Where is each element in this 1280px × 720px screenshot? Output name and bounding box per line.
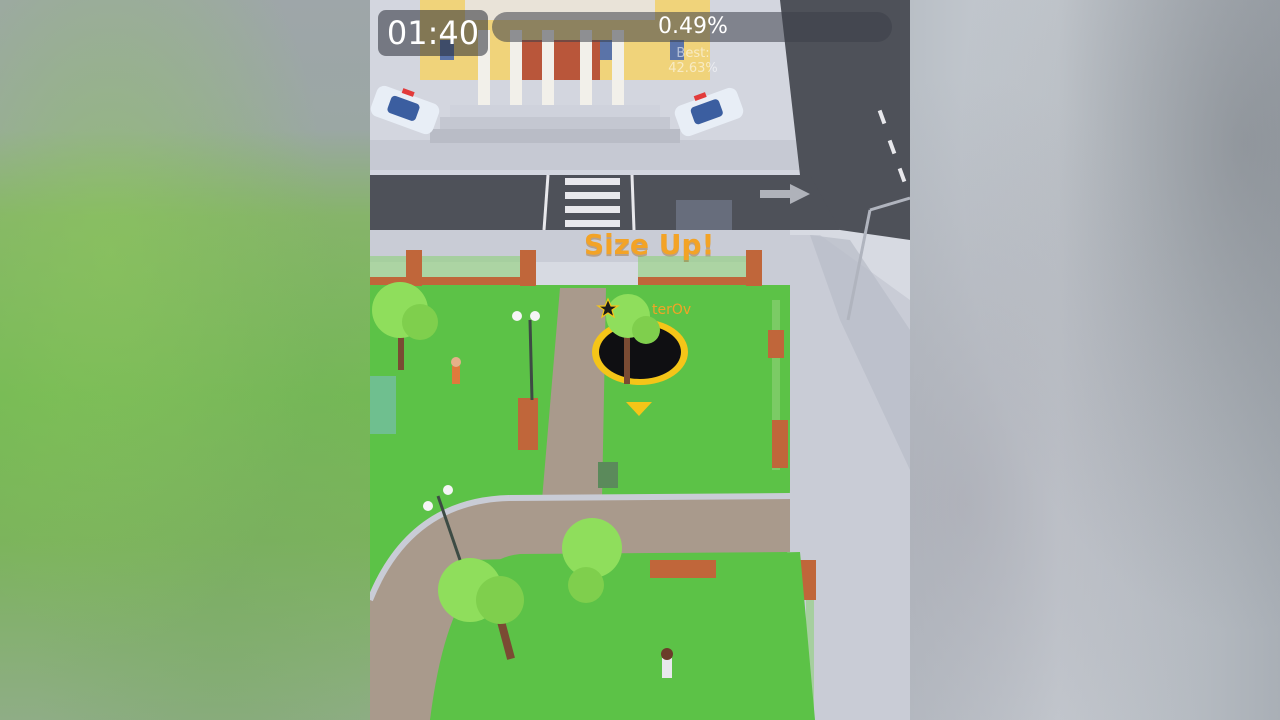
- blurred-left-backdrop: [0, 0, 370, 720]
- size-up-popup: Size Up!: [584, 228, 715, 261]
- bench-edge: [370, 376, 396, 434]
- timer-display: 01:40: [378, 10, 488, 56]
- bench-bottom: [650, 560, 716, 578]
- game-viewport[interactable]: 01:40 0.49% Best: 42.63% Size Up! terOv: [370, 0, 910, 720]
- pedestrian-1: [451, 357, 461, 384]
- game-scene: [370, 0, 910, 720]
- blurred-right-backdrop: [910, 0, 1280, 720]
- plaza-sidewalk: [370, 140, 810, 170]
- pedestrian-2: [661, 648, 673, 678]
- best-score: Best: 42.63%: [668, 46, 718, 76]
- bench-left: [518, 398, 538, 450]
- player-name-label: terOv: [652, 302, 692, 318]
- progress-percentage: 0.49%: [658, 14, 728, 39]
- trash-bin: [598, 462, 618, 488]
